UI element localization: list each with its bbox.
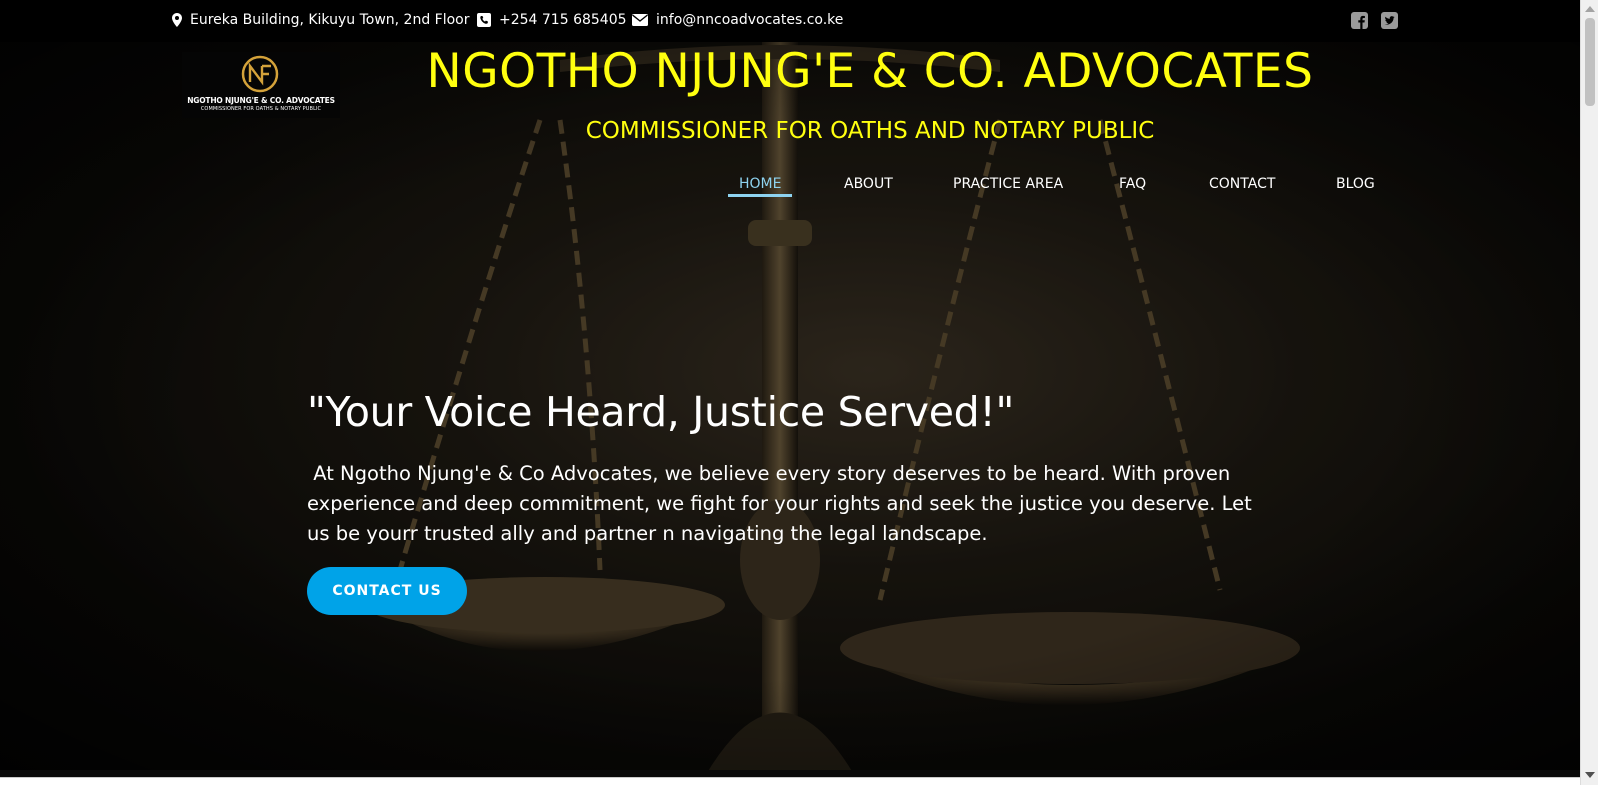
envelope-icon — [632, 14, 648, 26]
browser-viewport: Eureka Building, Kikuyu Town, 2nd Floor … — [0, 0, 1580, 785]
contact-us-button[interactable]: CONTACT US — [307, 567, 467, 615]
logo-tagline: COMMISSIONER FOR OATHS & NOTARY PUBLIC — [200, 106, 322, 112]
nav-item-blog[interactable]: BLOG — [1336, 176, 1375, 192]
site-title: NGOTHO NJUNG'E & CO. ADVOCATES — [426, 44, 1314, 99]
hero-heading: "Your Voice Heard, Justice Served!" — [307, 388, 1015, 436]
nav-item-practice-area[interactable]: PRACTICE AREA — [953, 176, 1063, 192]
scrollbar-thumb[interactable] — [1585, 18, 1595, 106]
address-text: Eureka Building, Kikuyu Town, 2nd Floor — [190, 12, 470, 28]
scroll-down-icon[interactable] — [1585, 772, 1595, 778]
top-contact-bar: Eureka Building, Kikuyu Town, 2nd Floor … — [0, 0, 1580, 42]
nav-item-contact[interactable]: CONTACT — [1209, 176, 1275, 192]
nav-item-home[interactable]: HOME — [739, 176, 781, 192]
site-subtitle: COMMISSIONER FOR OATHS AND NOTARY PUBLIC — [585, 118, 1155, 144]
twitter-icon[interactable] — [1380, 11, 1398, 29]
phone-text: +254 715 685405 — [499, 12, 627, 28]
email-text: info@nncoadvocates.co.ke — [656, 12, 844, 28]
facebook-icon[interactable] — [1350, 11, 1368, 29]
phone-icon — [477, 13, 491, 27]
nav-item-faq[interactable]: FAQ — [1119, 176, 1146, 192]
vertical-scrollbar[interactable] — [1580, 0, 1598, 785]
next-section-edge — [0, 777, 1580, 785]
scroll-up-icon[interactable] — [1585, 6, 1595, 12]
map-marker-icon — [172, 13, 182, 27]
topbar-phone[interactable]: +254 715 685405 — [477, 12, 627, 28]
topbar-address: Eureka Building, Kikuyu Town, 2nd Floor — [172, 12, 470, 28]
nav-active-indicator — [728, 194, 792, 197]
nav-item-about[interactable]: ABOUT — [844, 176, 893, 192]
hero-paragraph: At Ngotho Njung'e & Co Advocates, we bel… — [307, 462, 1258, 545]
topbar-email[interactable]: info@nncoadvocates.co.ke — [632, 12, 843, 28]
